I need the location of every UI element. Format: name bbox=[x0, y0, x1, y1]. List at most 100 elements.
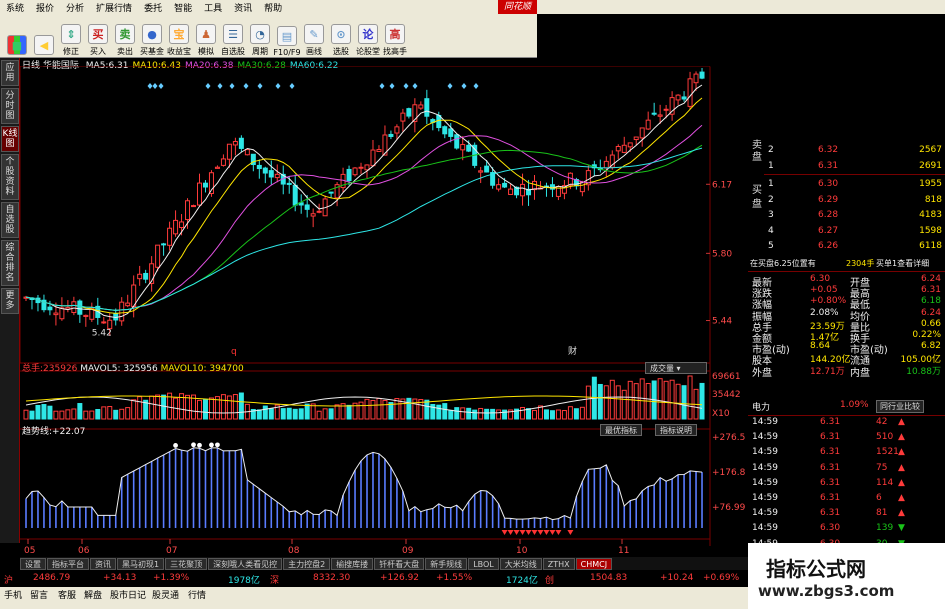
volume-bar bbox=[561, 410, 567, 420]
menu-item-3[interactable]: 扩展行情 bbox=[90, 1, 138, 14]
indicator-tab-8[interactable]: 钎杆看大盘 bbox=[374, 557, 425, 570]
toolbar-button-4[interactable]: 卖卖出 bbox=[112, 15, 138, 57]
bottom-menu-item-0[interactable]: 手机 bbox=[4, 588, 22, 601]
sidebar-tab-6[interactable]: 更多 bbox=[1, 288, 19, 314]
volume-bar bbox=[232, 394, 238, 420]
indicator-tab-13[interactable]: CHMCJ bbox=[575, 557, 613, 570]
toolbar-button-14[interactable]: 高找高手 bbox=[382, 15, 408, 57]
menu-item-4[interactable]: 委托 bbox=[138, 1, 168, 14]
sidebar-tab-5[interactable]: 综合排名 bbox=[1, 240, 19, 286]
ma5-line bbox=[25, 84, 703, 319]
bid-row[interactable]: 1 6.30 1955 bbox=[748, 176, 945, 192]
bid-row[interactable]: 4 6.27 1598 bbox=[748, 223, 945, 239]
trade-tick-row: 14:59 6.31 510 ▲ bbox=[748, 432, 908, 447]
indicator-tab-3[interactable]: 黑马初现1 bbox=[117, 557, 165, 570]
signal-diamond bbox=[217, 83, 223, 89]
sidebar-tab-4[interactable]: 自选股 bbox=[1, 202, 19, 238]
stat-value: 10.88万 bbox=[906, 366, 941, 377]
candle-body bbox=[675, 94, 681, 101]
sz-index-label: 深 bbox=[270, 576, 280, 586]
finance-marker[interactable]: 财 bbox=[568, 345, 577, 357]
toolbar-button-9[interactable]: ◔ 周期 bbox=[247, 15, 273, 57]
menu-item-8[interactable]: 帮助 bbox=[258, 1, 288, 14]
tick-volume: 510 bbox=[876, 432, 894, 443]
candle-body bbox=[406, 108, 412, 117]
ask-row[interactable]: 2 6.32 2567 bbox=[748, 142, 945, 158]
simulate-icon: ♟ bbox=[196, 24, 216, 44]
indicator-tab-1[interactable]: 指标平台 bbox=[47, 557, 89, 570]
bottom-menu-item-6[interactable]: 行情 bbox=[188, 588, 206, 601]
tick-volume: 139 bbox=[876, 523, 894, 534]
toolbar-button-12[interactable]: ⊙ 选股 bbox=[328, 15, 354, 57]
stat-value: 12.71万 bbox=[810, 366, 845, 377]
toolbar-button-0[interactable]: ■ bbox=[4, 15, 30, 57]
queue-info[interactable]: 在买盘6.25位置有 2304手 买单1查看详细 bbox=[748, 258, 945, 270]
indicator-help-button[interactable]: 指标说明 bbox=[655, 424, 697, 436]
candle-body bbox=[214, 166, 220, 169]
toolbar-button-1[interactable]: ◀ bbox=[31, 15, 57, 57]
menu-item-5[interactable]: 智能 bbox=[168, 1, 198, 14]
indicator-tab-11[interactable]: 大米均线 bbox=[499, 557, 542, 570]
volume-bar bbox=[687, 375, 693, 420]
toolbar-button-10[interactable]: ▤ F10/F9 bbox=[273, 15, 301, 57]
bid-price: 6.27 bbox=[818, 225, 839, 236]
volume-bar bbox=[280, 408, 286, 420]
toolbar-button-3[interactable]: 买买入 bbox=[85, 15, 111, 57]
sidebar-tab-1[interactable]: 分时图 bbox=[1, 88, 19, 124]
menu-item-7[interactable]: 资讯 bbox=[228, 1, 258, 14]
industry-compare-button[interactable]: 同行业比较 bbox=[876, 400, 924, 413]
toolbar-button-6[interactable]: 宝收益宝 bbox=[166, 15, 192, 57]
toolbar-button-5[interactable]: ● 买基金 bbox=[139, 15, 165, 57]
volume-bar bbox=[101, 406, 107, 420]
toolbar-button-8[interactable]: ☰ 自选股 bbox=[220, 15, 246, 57]
indicator-tab-4[interactable]: 三花聚顶 bbox=[165, 557, 208, 570]
signal-diamond bbox=[152, 83, 158, 89]
bid-level: 2 bbox=[768, 194, 774, 205]
menu-item-1[interactable]: 报价 bbox=[30, 1, 60, 14]
bid-row[interactable]: 3 6.28 4183 bbox=[748, 207, 945, 223]
indicator-tab-0[interactable]: 设置 bbox=[20, 557, 46, 570]
indicator-tab-12[interactable]: ZTHX bbox=[542, 557, 575, 570]
volume-bar bbox=[125, 407, 131, 420]
sidebar-tab-0[interactable]: 应用 bbox=[1, 60, 19, 86]
toolbar-button-11[interactable]: ✎ 画线 bbox=[301, 15, 327, 57]
candle-body bbox=[47, 306, 53, 311]
sidebar-tab-2[interactable]: K线图 bbox=[1, 126, 19, 152]
candle-body bbox=[532, 180, 538, 191]
event-marker[interactable]: q bbox=[231, 347, 237, 357]
indicator-tab-5[interactable]: 深刻哦人类看见控 bbox=[208, 557, 283, 570]
toolbar-button-13[interactable]: 论论股堂 bbox=[355, 15, 381, 57]
chart-area[interactable]: 6.17 5.80 5.44 5.42 q 财 69661 35442 X10 +276.5 +17… bbox=[20, 66, 748, 557]
sz-index-pct: +1.55% bbox=[436, 573, 473, 583]
bottom-menu-item-4[interactable]: 股市日记 bbox=[110, 588, 146, 601]
bottom-menu-item-5[interactable]: 股灵通 bbox=[152, 588, 179, 601]
sidebar-tab-3[interactable]: 个股资料 bbox=[1, 154, 19, 200]
favorites-icon: ☰ bbox=[223, 24, 243, 44]
indicator-tab-6[interactable]: 主力控盘2 bbox=[283, 557, 331, 570]
candle-body bbox=[693, 73, 699, 84]
best-indicator-button[interactable]: 最优指标 bbox=[600, 424, 642, 436]
indicator-tab-9[interactable]: 新手规线 bbox=[425, 557, 468, 570]
menu-item-0[interactable]: 系统 bbox=[0, 1, 30, 14]
candle-body bbox=[496, 184, 502, 190]
candle-body bbox=[460, 144, 466, 151]
menu-item-6[interactable]: 工具 bbox=[198, 1, 228, 14]
bottom-menu-item-1[interactable]: 留言 bbox=[30, 588, 48, 601]
candle-body bbox=[220, 158, 226, 166]
indicator-tab-2[interactable]: 资讯 bbox=[90, 557, 116, 570]
toolbar-button-2[interactable]: ⇕ 修正 bbox=[58, 15, 84, 57]
menu-item-2[interactable]: 分析 bbox=[60, 1, 90, 14]
indicator-tab-7[interactable]: 榆搜库搂 bbox=[331, 557, 374, 570]
candle-body bbox=[657, 114, 663, 117]
bottom-menu-item-2[interactable]: 客服 bbox=[58, 588, 76, 601]
candle-body bbox=[238, 137, 244, 149]
indicator-tab-10[interactable]: LBOL bbox=[468, 557, 499, 570]
bid-row[interactable]: 2 6.29 818 bbox=[748, 192, 945, 208]
industry-row: 电力 1.09% 同行业比较 bbox=[748, 400, 945, 413]
toolbar-button-7[interactable]: ♟ 模拟 bbox=[193, 15, 219, 57]
bid-level: 1 bbox=[768, 179, 774, 189]
bottom-menu-item-3[interactable]: 解盘 bbox=[84, 588, 102, 601]
bid-row[interactable]: 5 6.26 6118 bbox=[748, 238, 945, 254]
volume-indicator-button[interactable]: 成交量 ▾ bbox=[645, 362, 707, 374]
ask-row[interactable]: 1 6.31 2691 bbox=[748, 158, 945, 174]
